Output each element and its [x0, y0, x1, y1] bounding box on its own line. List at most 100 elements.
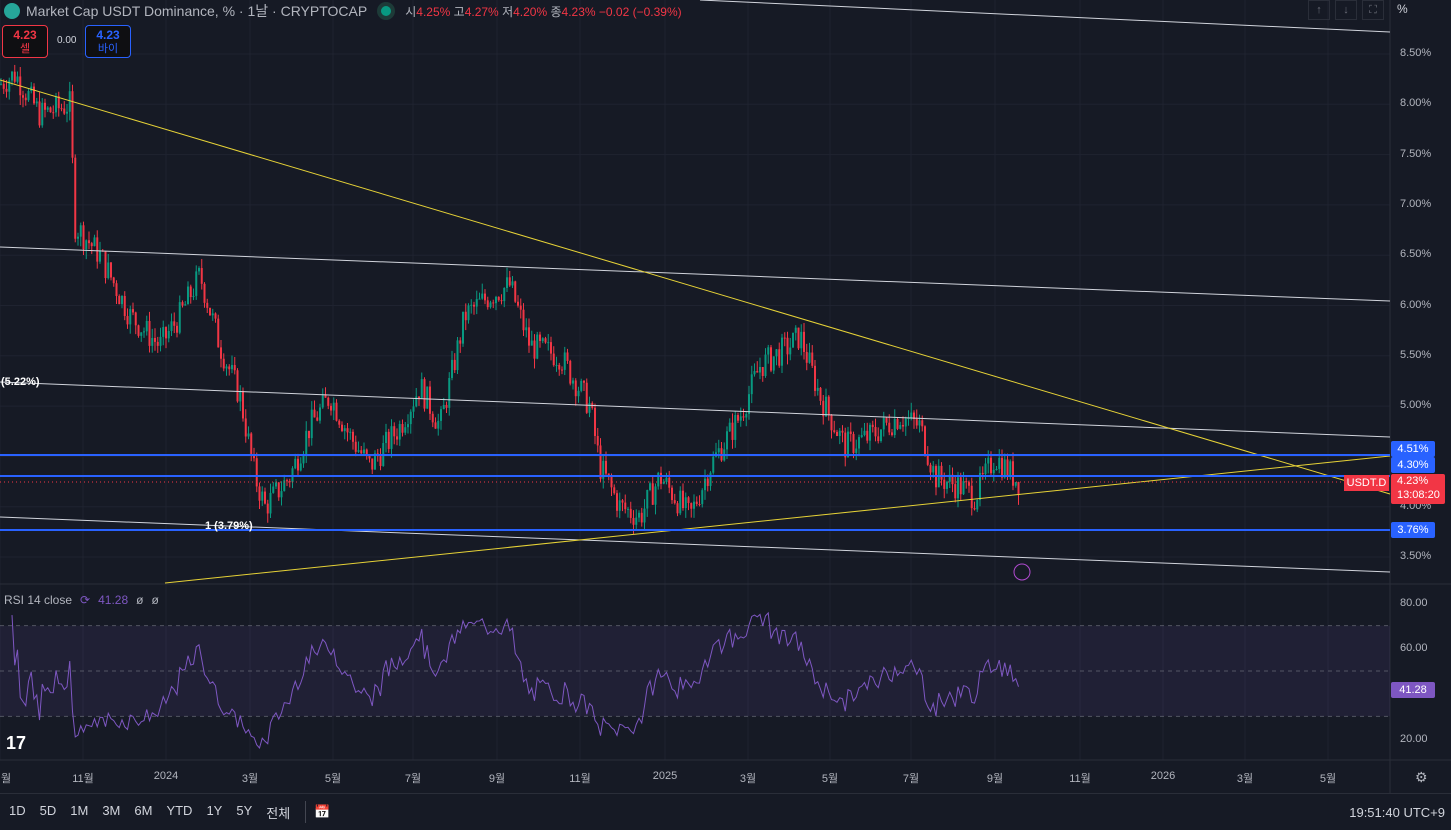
tradingview-logo-icon[interactable]: 17: [6, 733, 26, 754]
bottom-toolbar: 1D 5D 1M 3M 6M YTD 1Y 5Y 전체 📅 19:51:40 UTC+9: [0, 793, 1451, 830]
buy-button[interactable]: 4.23 바이: [85, 25, 131, 58]
percent-scale[interactable]: %: [1397, 2, 1408, 16]
range-button-1D[interactable]: 1D: [2, 803, 33, 822]
candle: [154, 337, 156, 342]
candle: [781, 337, 783, 366]
candle: [585, 382, 588, 413]
price-axis-label: 5.50%: [1400, 348, 1432, 361]
candle: [115, 283, 118, 296]
candle: [877, 436, 880, 442]
candle: [294, 458, 297, 469]
clock[interactable]: 19:51:40 UTC+9: [1349, 805, 1451, 820]
range-button-YTD[interactable]: YTD: [159, 803, 199, 822]
candle: [827, 396, 830, 415]
candle: [60, 108, 63, 110]
candle: [1006, 459, 1009, 477]
candle: [797, 327, 800, 349]
candle: [165, 327, 167, 339]
candle: [734, 415, 737, 440]
candle: [1017, 482, 1020, 495]
candle: [552, 353, 555, 366]
sell-button[interactable]: 4.23 셀: [2, 25, 48, 58]
candle: [200, 268, 203, 284]
candle: [910, 412, 913, 418]
candle: [748, 394, 750, 415]
candle: [995, 468, 998, 470]
candle: [112, 277, 115, 284]
candle: [690, 503, 693, 509]
candle: [506, 277, 508, 288]
candle: [990, 457, 992, 474]
range-button-5D[interactable]: 5D: [33, 803, 64, 822]
candle: [926, 454, 929, 465]
candle: [915, 418, 918, 426]
candle: [396, 436, 398, 440]
price-chart[interactable]: [0, 0, 1451, 793]
candle: [1003, 459, 1006, 478]
time-axis-label: 11월: [1069, 773, 1091, 785]
candle: [313, 409, 316, 418]
candle: [525, 327, 528, 331]
range-button-3M[interactable]: 3M: [95, 803, 127, 822]
candle: [717, 448, 720, 453]
candle: [701, 490, 704, 505]
range-button-6M[interactable]: 6M: [127, 803, 159, 822]
candle: [643, 508, 646, 523]
range-button-1Y[interactable]: 1Y: [199, 803, 229, 822]
candle: [440, 409, 442, 421]
candle: [181, 302, 184, 306]
candle: [407, 424, 409, 428]
date-range-icon[interactable]: 📅: [314, 804, 330, 820]
range-button-5Y[interactable]: 5Y: [229, 803, 259, 822]
range-button-전체[interactable]: 전체: [259, 803, 297, 822]
scroll-down-button[interactable]: ↓: [1335, 0, 1357, 20]
candle: [759, 366, 761, 373]
fullscreen-button[interactable]: ⛶: [1362, 0, 1384, 20]
candle: [737, 415, 739, 421]
candle: [929, 464, 932, 473]
candle: [390, 426, 393, 449]
scroll-up-button[interactable]: ↑: [1308, 0, 1330, 20]
candle: [943, 479, 946, 489]
candle: [621, 500, 624, 503]
candle: [847, 431, 849, 458]
candle: [319, 407, 321, 421]
candle: [269, 492, 272, 514]
candle: [693, 501, 695, 509]
trendline-yellow: [0, 79, 1391, 495]
candle: [93, 237, 96, 247]
candle: [1014, 482, 1017, 486]
candle: [134, 312, 137, 326]
symbol-header: Market Cap USDT Dominance, % · 1날 · CRYP…: [4, 1, 682, 21]
spread-value: 0.00: [57, 35, 77, 46]
candle: [866, 430, 869, 441]
candle: [874, 427, 877, 437]
candle: [195, 271, 198, 296]
candle: [547, 342, 550, 344]
candle: [629, 508, 632, 518]
candle: [789, 347, 792, 355]
candle: [220, 347, 222, 359]
candle: [77, 236, 79, 239]
candle: [536, 334, 539, 359]
candle: [371, 458, 374, 470]
candle: [492, 302, 495, 304]
symbol-title[interactable]: Market Cap USDT Dominance, % · 1날 · CRYP…: [26, 1, 367, 21]
candle: [470, 304, 473, 306]
candle: [448, 377, 451, 408]
candle: [638, 512, 640, 518]
candle: [704, 478, 706, 491]
candle: [530, 340, 533, 346]
candle: [44, 102, 46, 110]
settings-gear-icon[interactable]: ⚙: [1415, 769, 1428, 786]
price-axis-label: 7.00%: [1400, 197, 1432, 210]
candle: [1001, 457, 1003, 478]
time-axis-label: 3월: [241, 773, 259, 785]
candle: [13, 71, 16, 82]
candle: [357, 450, 360, 452]
candle: [162, 327, 165, 337]
candle: [767, 347, 770, 355]
candle: [998, 457, 1001, 469]
candle: [478, 298, 481, 300]
range-button-1M[interactable]: 1M: [63, 803, 95, 822]
